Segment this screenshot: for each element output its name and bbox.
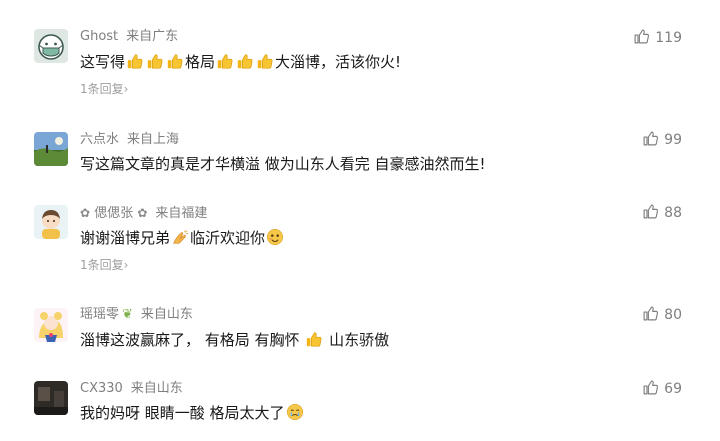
like-button[interactable]: 88: [642, 203, 682, 223]
replies-label: 1条回复: [80, 258, 124, 272]
comment-meta: CX330 来自山东: [80, 379, 183, 399]
like-button[interactable]: 119: [633, 28, 682, 48]
like-button[interactable]: 69: [642, 379, 682, 399]
thumbs-up-emoji-icon: [126, 52, 144, 70]
comment-text-part: 这写得: [80, 53, 126, 71]
like-count: 99: [664, 132, 682, 148]
comment-text-part: 我的妈呀 眼睛一酸 格局太大了: [80, 404, 285, 422]
like-button[interactable]: 80: [642, 305, 682, 325]
thumbs-up-icon: [642, 130, 659, 147]
like-count: 80: [664, 307, 682, 323]
comment-text-part: 临沂欢迎你: [190, 229, 266, 247]
comment-author[interactable]: Ghost: [80, 29, 118, 44]
comment-text: 这写得 格局 大淄博，活该你火!: [80, 50, 401, 74]
comment-text-part: 大淄博，活该你火!: [275, 53, 402, 71]
landscape-avatar[interactable]: [34, 132, 68, 166]
like-count: 88: [664, 205, 682, 221]
cartoon-girl-avatar[interactable]: [34, 205, 68, 239]
view-replies-link[interactable]: 1条回复›: [80, 256, 128, 274]
thumbs-up-emoji-icon: [146, 52, 164, 70]
sailor-moon-avatar[interactable]: [34, 308, 68, 342]
like-count: 119: [655, 30, 682, 46]
dark-room-avatar[interactable]: [34, 381, 68, 415]
name-suffix-glyph: ✿: [137, 206, 148, 220]
comment-text-part: 谢谢淄博兄弟: [80, 229, 171, 247]
comment-author[interactable]: 瑶瑶零: [80, 307, 119, 322]
thumbs-up-emoji-icon: [236, 52, 254, 70]
comment-location: 来自山东: [140, 307, 193, 322]
comment-meta: 瑶瑶零 ❦ 来自山东: [80, 305, 193, 325]
name-prefix-glyph: ✿: [80, 206, 91, 220]
smiling-face-emoji-icon: [266, 228, 284, 246]
like-button[interactable]: 99: [642, 130, 682, 150]
comment-text: 写这篇文章的真是才华横溢 做为山东人看完 自豪感油然而生!: [80, 155, 486, 173]
thumbs-up-icon: [642, 305, 659, 322]
comment-text: 谢谢淄博兄弟 临沂欢迎你: [80, 226, 285, 250]
comment-text-part: 山东骄傲: [329, 331, 390, 349]
comment-author[interactable]: 偲偲张: [94, 206, 133, 221]
comment-location: 来自广东: [126, 29, 179, 44]
comment-text: 淄博这波赢麻了， 有格局 有胸怀 山东骄傲: [80, 328, 389, 352]
thumbs-up-icon: [642, 379, 659, 396]
thumbs-up-emoji-icon: [256, 52, 274, 70]
thumbs-up-emoji-icon: [166, 52, 184, 70]
comment-text: 我的妈呀 眼睛一酸 格局太大了: [80, 401, 305, 425]
replies-label: 1条回复: [80, 82, 124, 96]
comment-meta: Ghost 来自广东: [80, 27, 178, 47]
like-count: 69: [664, 381, 682, 397]
chevron-right-icon: ›: [123, 82, 129, 96]
comment-location: 来自山东: [130, 381, 183, 396]
comment-location: 来自上海: [127, 132, 180, 147]
thumbs-up-emoji-icon: [305, 330, 323, 348]
comment-author[interactable]: 六点水: [80, 132, 119, 147]
comment-location: 来自福建: [155, 206, 208, 221]
chevron-right-icon: ›: [123, 258, 129, 272]
comment-list: Ghost 来自广东 这写得 格局 大淄博，活该你火! 1条回复› 119 六点水 来自…: [0, 0, 720, 441]
thumbs-up-emoji-icon: [216, 52, 234, 70]
thumbs-up-icon: [642, 203, 659, 220]
praying-hands-emoji-icon: [171, 228, 189, 246]
comment-meta: ✿ 偲偲张 ✿ 来自福建: [80, 203, 207, 223]
masked-face-avatar[interactable]: [34, 29, 68, 63]
comment-text-part: 格局: [185, 53, 216, 71]
crying-face-emoji-icon: [286, 403, 304, 421]
thumbs-up-icon: [633, 28, 650, 45]
comment-author[interactable]: CX330: [80, 381, 123, 396]
comment-text-part: 淄博这波赢麻了， 有格局 有胸怀: [80, 331, 300, 349]
leaf-badge-icon: ❦: [122, 307, 133, 322]
comment-meta: 六点水 来自上海: [80, 130, 179, 150]
view-replies-link[interactable]: 1条回复›: [80, 80, 128, 98]
